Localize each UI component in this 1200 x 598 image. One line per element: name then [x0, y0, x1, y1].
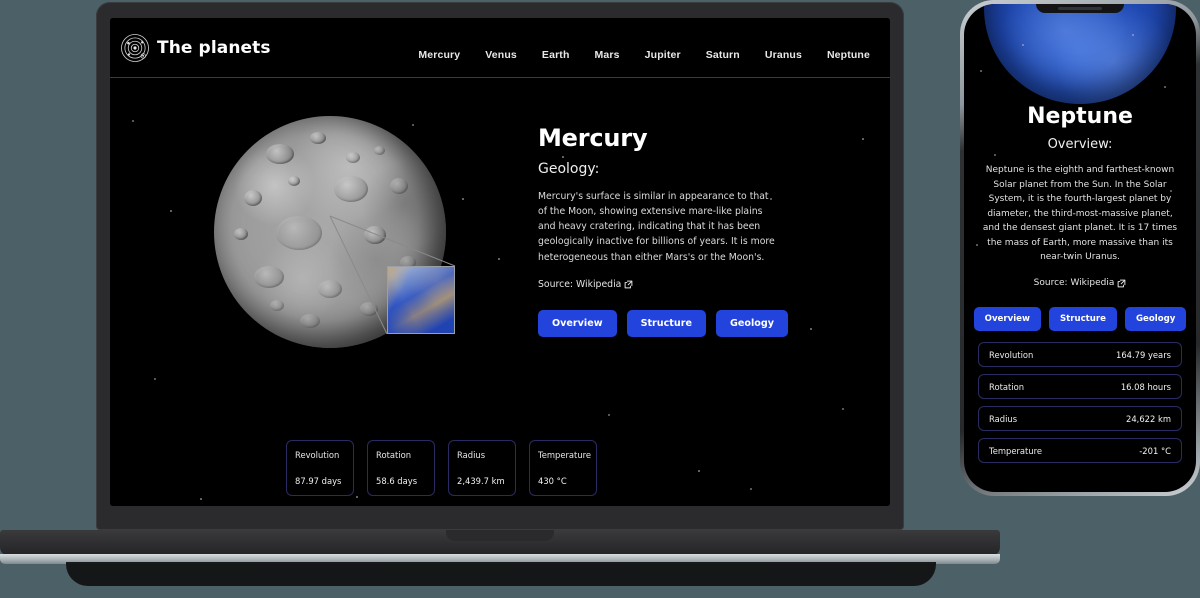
stat-label: Temperature [989, 445, 1043, 456]
nav-item-neptune[interactable]: Neptune [827, 49, 870, 61]
phone-tab-structure[interactable]: Structure [1048, 307, 1117, 332]
phone-tab-geology[interactable]: Geology [1124, 307, 1187, 332]
stat-value: 87.97 days [295, 476, 342, 486]
phone-planet-description: Neptune is the eighth and farthest-known… [982, 165, 1178, 263]
laptop-under-shadow [66, 562, 936, 586]
stat-cards: Revolution 87.97 days Rotation 58.6 days… [286, 440, 597, 496]
phone-viewport: Neptune Overview: Neptune is the eighth … [964, 4, 1196, 492]
nav-item-venus[interactable]: Venus [485, 49, 517, 61]
tab-buttons: Overview Structure Geology [538, 309, 788, 337]
phone-stat-rotation: Rotation 16.08 hours [978, 374, 1182, 400]
phone-section-title: Overview: [1047, 137, 1113, 152]
planet-image [194, 106, 504, 386]
solar-system-icon [121, 33, 149, 62]
source-label: Source: Wikipedia [538, 278, 622, 290]
laptop-viewport: The planets Mercury Venus Earth Mars Jup… [110, 18, 890, 506]
stat-value: 58.6 days [376, 476, 418, 486]
nav-item-mercury[interactable]: Mercury [418, 49, 460, 61]
nav-item-mars[interactable]: Mars [595, 49, 620, 61]
tab-overview[interactable]: Overview [538, 309, 617, 337]
nav-item-earth[interactable]: Earth [542, 49, 570, 61]
laptop-trackpad-notch [446, 530, 554, 541]
planets-website: The planets Mercury Venus Earth Mars Jup… [110, 18, 890, 506]
stat-value: -201 °C [1139, 445, 1171, 456]
stat-card-revolution: Revolution 87.97 days [286, 440, 354, 496]
brand[interactable]: The planets [120, 33, 271, 63]
stat-value: 430 °C [538, 476, 567, 486]
stat-label: Rotation [376, 450, 412, 460]
stat-label: Radius [989, 413, 1018, 424]
nav-item-saturn[interactable]: Saturn [706, 49, 740, 61]
nav-item-uranus[interactable]: Uranus [765, 49, 802, 61]
phone-frame: Neptune Overview: Neptune is the eighth … [960, 0, 1200, 496]
phone-stat-rows: Revolution 164.79 years Rotation 16.08 h… [978, 342, 1182, 464]
tab-geology[interactable]: Geology [715, 309, 788, 337]
stat-card-radius: Radius 2,439.7 km [448, 440, 516, 496]
stat-label: Revolution [989, 349, 1034, 360]
phone-tab-overview[interactable]: Overview [973, 307, 1041, 332]
phone-mockup: Neptune Overview: Neptune is the eighth … [960, 0, 1200, 496]
stat-value: 2,439.7 km [457, 476, 505, 486]
main-nav: Mercury Venus Earth Mars Jupiter Saturn … [418, 35, 878, 61]
site-main: Mercury Geology: Mercury's surface is si… [110, 78, 890, 505]
laptop-mockup: The planets Mercury Venus Earth Mars Jup… [0, 2, 1000, 598]
stat-label: Rotation [989, 381, 1025, 392]
planet-description: Mercury's surface is similar in appearan… [538, 191, 775, 263]
planet-details: Mercury Geology: Mercury's surface is si… [538, 124, 788, 337]
external-link-icon [624, 280, 633, 289]
stat-value: 24,622 km [1126, 413, 1171, 424]
stat-card-rotation: Rotation 58.6 days [367, 440, 435, 496]
page-title: Mercury [538, 124, 648, 152]
stat-label: Radius [457, 450, 486, 460]
phone-source-link[interactable]: Source: Wikipedia [978, 278, 1182, 288]
phone-planet-details: Neptune Overview: Neptune is the eighth … [964, 104, 1196, 464]
phone-page-title: Neptune [1027, 104, 1133, 129]
stat-value: 164.79 years [1115, 349, 1171, 360]
tab-structure[interactable]: Structure [626, 309, 706, 337]
phone-stat-temperature: Temperature -201 °C [978, 438, 1182, 464]
phone-tab-buttons: Overview Structure Geology [973, 307, 1187, 332]
stat-label: Revolution [295, 450, 340, 460]
phone-speaker-icon [1058, 7, 1102, 10]
nav-item-jupiter[interactable]: Jupiter [645, 49, 681, 61]
external-link-icon [1117, 279, 1126, 287]
phone-source-label: Source: Wikipedia [1033, 278, 1115, 289]
source-link[interactable]: Source: Wikipedia [538, 279, 778, 290]
laptop-screen-shell: The planets Mercury Venus Earth Mars Jup… [96, 2, 904, 530]
brand-name: The planets [157, 37, 271, 58]
surface-zoom-inset [387, 266, 455, 334]
site-header: The planets Mercury Venus Earth Mars Jup… [110, 18, 890, 78]
phone-stat-radius: Radius 24,622 km [978, 406, 1182, 432]
section-title: Geology: [538, 161, 600, 177]
stat-value: 16.08 hours [1120, 381, 1171, 392]
stat-card-temperature: Temperature 430 °C [529, 440, 597, 496]
phone-stat-revolution: Revolution 164.79 years [978, 342, 1182, 368]
stat-label: Temperature [538, 450, 592, 460]
